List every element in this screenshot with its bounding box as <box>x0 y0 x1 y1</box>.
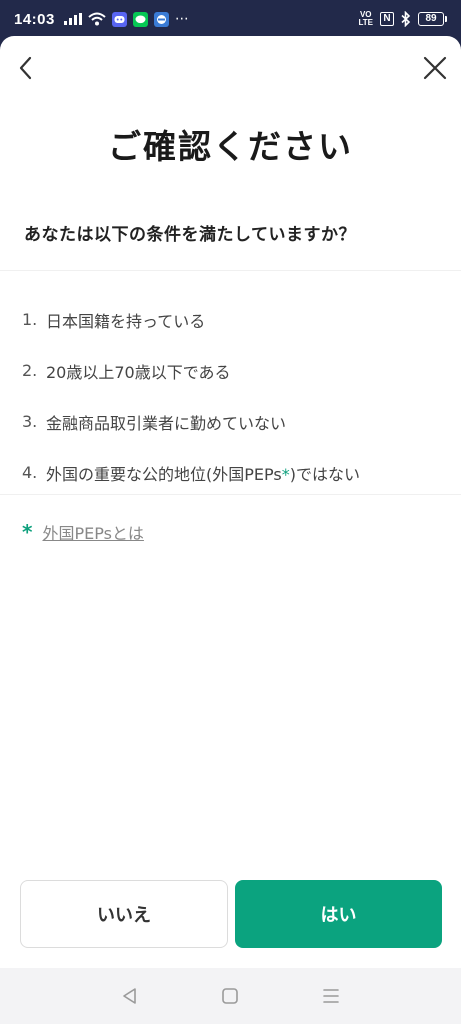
condition-text: 外国の重要な公的地位(外国PEPs*)ではない <box>46 464 360 484</box>
condition-text: 日本国籍を持っている <box>46 311 206 331</box>
back-icon <box>19 56 32 80</box>
page-title: ご確認ください <box>108 127 353 166</box>
condition-item: 4. 外国の重要な公的地位(外国PEPs*)ではない <box>22 447 441 498</box>
battery-icon: 89 <box>418 12 447 26</box>
condition-item: 3. 金融商品取引業者に勤めていない <box>22 396 441 447</box>
asterisk-icon: * <box>22 520 33 544</box>
status-time: 14:03 <box>14 10 55 28</box>
condition-number: 4. <box>22 463 38 482</box>
close-button[interactable] <box>417 50 453 86</box>
foreign-peps-link-label: 外国PEPsとは <box>42 524 144 543</box>
condition-item: 2. 20歳以上70歳以下である <box>22 345 441 396</box>
divider <box>0 270 461 271</box>
divider <box>0 494 461 495</box>
yes-button[interactable]: はい <box>235 880 442 948</box>
question-text: あなたは以下の条件を満たしていますか？ <box>24 225 356 245</box>
volte-icon: VO LTE <box>358 10 373 27</box>
app-notification-icon <box>153 11 169 27</box>
more-notifications-icon: ⋯ <box>174 11 189 27</box>
conditions-list: 1. 日本国籍を持っている 2. 20歳以上70歳以下である 3. 金融商品取引… <box>22 294 441 498</box>
condition-text: 金融商品取引業者に勤めていない <box>46 413 287 433</box>
nav-menu-button[interactable] <box>311 976 351 1016</box>
battery-level: 89 <box>418 12 444 26</box>
status-bar: 14:03 ⋯ VO LTE N 89 <box>0 0 461 38</box>
condition-number: 3. <box>22 412 38 431</box>
nav-back-button[interactable] <box>110 976 150 1016</box>
nav-back-icon <box>123 988 136 1004</box>
condition-text: 20歳以上70歳以下である <box>46 362 231 382</box>
footnote-star: * <box>281 464 290 484</box>
discord-icon <box>111 11 127 27</box>
navigation-bar <box>0 968 461 1024</box>
nfc-icon: N <box>380 12 394 26</box>
condition-number: 2. <box>22 361 38 380</box>
no-button[interactable]: いいえ <box>20 880 228 948</box>
line-icon <box>132 11 148 27</box>
back-button[interactable] <box>8 50 44 86</box>
foreign-peps-link[interactable]: * 外国PEPsとは <box>22 520 144 544</box>
signal-icon <box>63 13 82 25</box>
wifi-icon <box>88 12 106 26</box>
condition-number: 1. <box>22 310 38 329</box>
condition-item: 1. 日本国籍を持っている <box>22 294 441 345</box>
bluetooth-icon <box>401 11 411 27</box>
nav-home-button[interactable] <box>210 976 250 1016</box>
nav-home-icon <box>222 988 239 1004</box>
confirmation-sheet: ご確認ください あなたは以下の条件を満たしていますか？ 1. 日本国籍を持ってい… <box>0 36 461 968</box>
close-icon <box>423 56 447 80</box>
nav-menu-icon <box>323 989 339 1003</box>
